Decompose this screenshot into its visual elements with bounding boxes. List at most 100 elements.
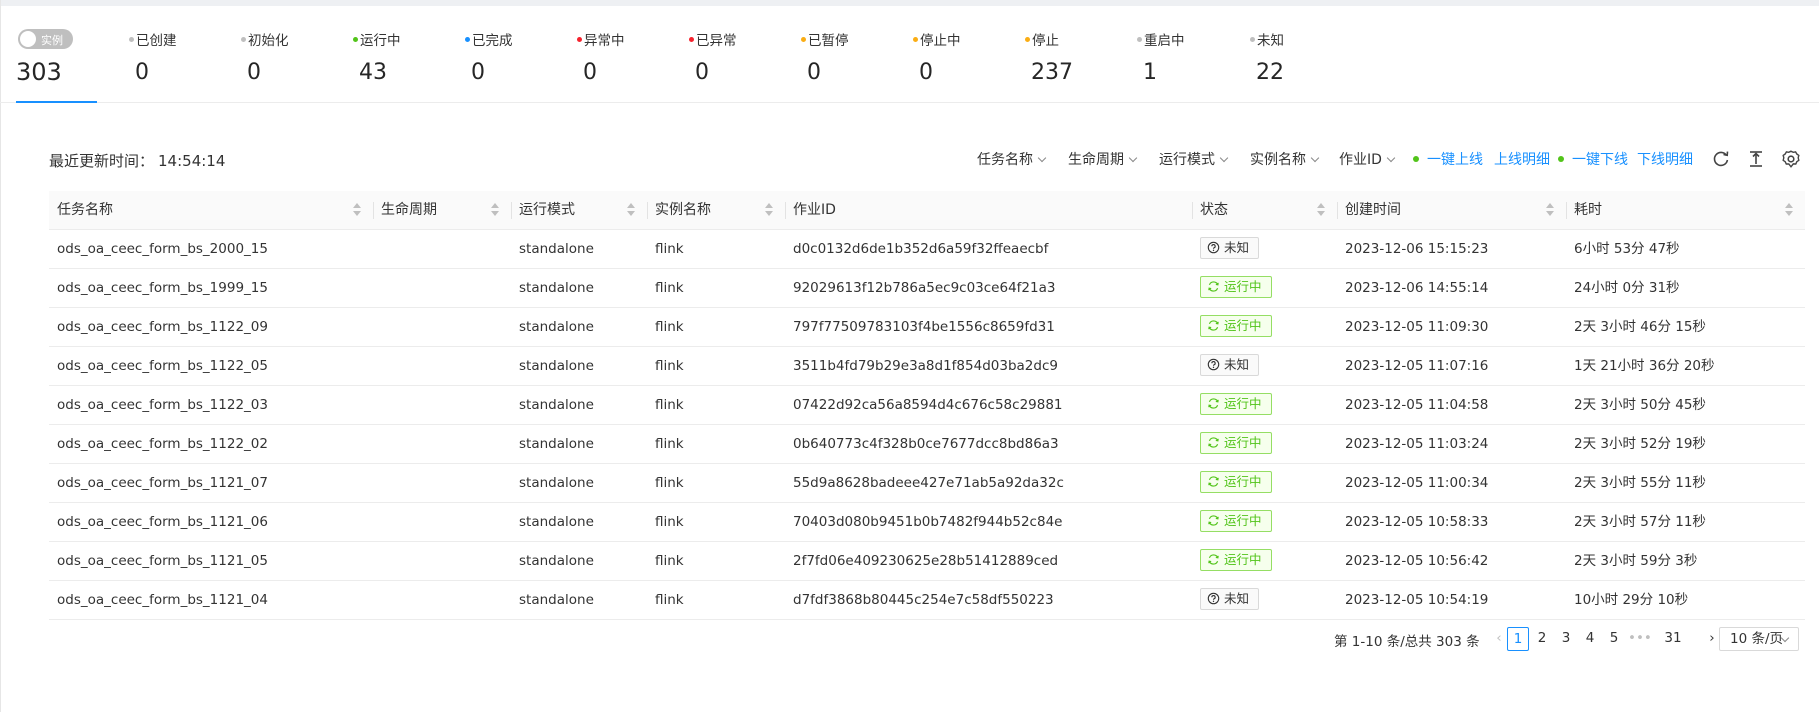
online-all-label: 一键上线 <box>1427 152 1483 168</box>
sort-icon[interactable] <box>765 203 773 217</box>
refresh-icon[interactable] <box>1711 149 1731 169</box>
settings-icon[interactable] <box>1781 149 1801 169</box>
online-all-button[interactable]: 一键上线 <box>1413 149 1483 169</box>
page-ellipsis[interactable]: ••• <box>1628 627 1652 651</box>
sort-icon[interactable] <box>491 203 499 217</box>
filter-job-id[interactable]: 作业ID <box>1339 149 1396 169</box>
stat-restarting[interactable]: 重启中 1 <box>1137 6 1237 103</box>
column-header-lifecycle[interactable]: 生命周期 <box>373 191 511 230</box>
offline-all-button[interactable]: 一键下线 <box>1558 149 1628 169</box>
table-row[interactable]: ods_oa_ceec_form_bs_1121_05 standalone fli… <box>49 542 1805 581</box>
cell-instance-name: flink <box>655 319 684 335</box>
cell-run-mode: standalone <box>519 475 594 491</box>
page-button[interactable]: 4 <box>1579 627 1601 651</box>
cell-duration: 2天 3小时 55分 11秒 <box>1574 475 1706 491</box>
question-circle-icon <box>1207 241 1220 254</box>
stat-label-text: 停止中 <box>920 33 961 49</box>
cell-create-time: 2023-12-05 10:54:19 <box>1345 592 1489 608</box>
filter-run-mode[interactable]: 运行模式 <box>1159 149 1229 169</box>
cell-instance-name: flink <box>655 592 684 608</box>
sort-icon[interactable] <box>1785 203 1793 217</box>
sort-icon[interactable] <box>627 203 635 217</box>
page-button[interactable]: 2 <box>1531 627 1553 651</box>
cell-lifecycle <box>373 386 511 424</box>
stat-unknown[interactable]: 未知 22 <box>1250 6 1350 103</box>
stat-stopping[interactable]: 停止中 0 <box>913 6 1013 103</box>
table-row[interactable]: ods_oa_ceec_form_bs_1121_04 standalone fli… <box>49 581 1805 620</box>
cell-run-mode: standalone <box>519 397 594 413</box>
cell-job-id: 0b640773c4f328b0ce7677dcc8bd86a3 <box>793 436 1059 452</box>
table-row[interactable]: ods_oa_ceec_form_bs_1122_09 standalone fli… <box>49 308 1805 347</box>
page-button[interactable]: 5 <box>1603 627 1625 651</box>
sort-icon[interactable] <box>1546 203 1554 217</box>
column-height-icon[interactable] <box>1746 149 1766 169</box>
table-row[interactable]: ods_oa_ceec_form_bs_1122_05 standalone fli… <box>49 347 1805 386</box>
status-badge: 运行中 <box>1200 549 1272 571</box>
column-header-duration[interactable]: 耗时 <box>1566 191 1805 230</box>
status-summary-bar: 实例 303 已创建 0 初始化 0 运行中 43 已完成 0 异常中 0 已异常 0 已暂停 0 停止中 0… <box>0 6 1819 103</box>
status-dot-icon <box>1250 36 1255 42</box>
page-size-select[interactable]: 10 条/页 <box>1719 627 1799 651</box>
stat-stopped[interactable]: 停止 237 <box>1025 6 1125 103</box>
column-header-job-id[interactable]: 作业ID <box>785 191 1192 230</box>
filter-label: 生命周期 <box>1068 152 1124 168</box>
stat-paused[interactable]: 已暂停 0 <box>801 6 901 103</box>
stat-created[interactable]: 已创建 0 <box>129 6 229 103</box>
filter-task-name[interactable]: 任务名称 <box>977 149 1047 169</box>
table-row[interactable]: ods_oa_ceec_form_bs_1122_02 standalone fli… <box>49 425 1805 464</box>
column-divider <box>785 202 786 219</box>
status-dot-icon <box>353 36 358 42</box>
sync-icon <box>1208 554 1219 565</box>
online-detail-link[interactable]: 上线明细 <box>1494 149 1550 169</box>
page-button[interactable]: 3 <box>1555 627 1577 651</box>
cell-duration: 2天 3小时 50分 45秒 <box>1574 397 1706 413</box>
status-badge-label: 运行中 <box>1224 513 1262 528</box>
cell-status: 未知 <box>1192 347 1337 385</box>
sort-icon[interactable] <box>353 203 361 217</box>
column-header-task-name[interactable]: 任务名称 <box>49 191 373 230</box>
page-button[interactable]: 1 <box>1507 627 1529 651</box>
stat-errored[interactable]: 已异常 0 <box>689 6 789 103</box>
stat-value: 43 <box>359 60 387 85</box>
cell-lifecycle <box>373 347 511 385</box>
page-button[interactable]: 31 <box>1662 627 1684 651</box>
cell-status: 未知 <box>1192 581 1337 619</box>
stat-value: 0 <box>695 60 709 85</box>
question-circle-icon <box>1207 592 1220 605</box>
table-row[interactable]: ods_oa_ceec_form_bs_1122_03 standalone fli… <box>49 386 1805 425</box>
stat-label: 已异常 <box>689 29 737 49</box>
stat-initializing[interactable]: 初始化 0 <box>241 6 341 103</box>
stat-completed[interactable]: 已完成 0 <box>465 6 565 103</box>
cell-status: 运行中 <box>1192 503 1337 541</box>
filter-bar: 任务名称 生命周期 运行模式 实例名称 作业ID 一键上线 上线明细 一键下线 … <box>0 149 1819 171</box>
column-header-run-mode[interactable]: 运行模式 <box>511 191 647 230</box>
cell-job-id: 07422d92ca56a8594d4c676c58c29881 <box>793 397 1063 413</box>
table-row[interactable]: ods_oa_ceec_form_bs_2000_15 standalone fli… <box>49 230 1805 269</box>
stat-label: 停止 <box>1025 29 1059 49</box>
stat-label: 未知 <box>1250 29 1284 49</box>
column-header-status[interactable]: 状态 <box>1192 191 1337 230</box>
chevron-down-icon <box>1037 153 1047 163</box>
stat-running[interactable]: 运行中 43 <box>353 6 453 103</box>
table-row[interactable]: ods_oa_ceec_form_bs_1121_07 standalone fli… <box>49 464 1805 503</box>
sort-icon[interactable] <box>1317 203 1325 217</box>
status-badge-label: 运行中 <box>1224 279 1262 294</box>
stat-all-instances[interactable]: 实例 303 <box>16 6 97 103</box>
column-header-create-time[interactable]: 创建时间 <box>1337 191 1566 230</box>
table-row[interactable]: ods_oa_ceec_form_bs_1999_15 standalone fli… <box>49 269 1805 308</box>
instance-toggle[interactable]: 实例 <box>18 29 73 49</box>
table-row[interactable]: ods_oa_ceec_form_bs_1121_06 standalone fli… <box>49 503 1805 542</box>
status-badge: 运行中 <box>1200 471 1272 493</box>
cell-job-id: 70403d080b9451b0b7482f944b52c84e <box>793 514 1063 530</box>
cell-create-time: 2023-12-05 11:03:24 <box>1345 436 1489 452</box>
stat-erroring[interactable]: 异常中 0 <box>577 6 677 103</box>
stat-label-text: 已暂停 <box>808 33 849 49</box>
stat-label: 已完成 <box>465 29 513 49</box>
offline-detail-link[interactable]: 下线明细 <box>1637 149 1693 169</box>
filter-instance-name[interactable]: 实例名称 <box>1250 149 1320 169</box>
filter-lifecycle[interactable]: 生命周期 <box>1068 149 1138 169</box>
cell-run-mode: standalone <box>519 592 594 608</box>
status-badge-label: 未知 <box>1224 357 1250 372</box>
status-badge-label: 运行中 <box>1224 396 1262 411</box>
column-header-instance-name[interactable]: 实例名称 <box>647 191 785 230</box>
